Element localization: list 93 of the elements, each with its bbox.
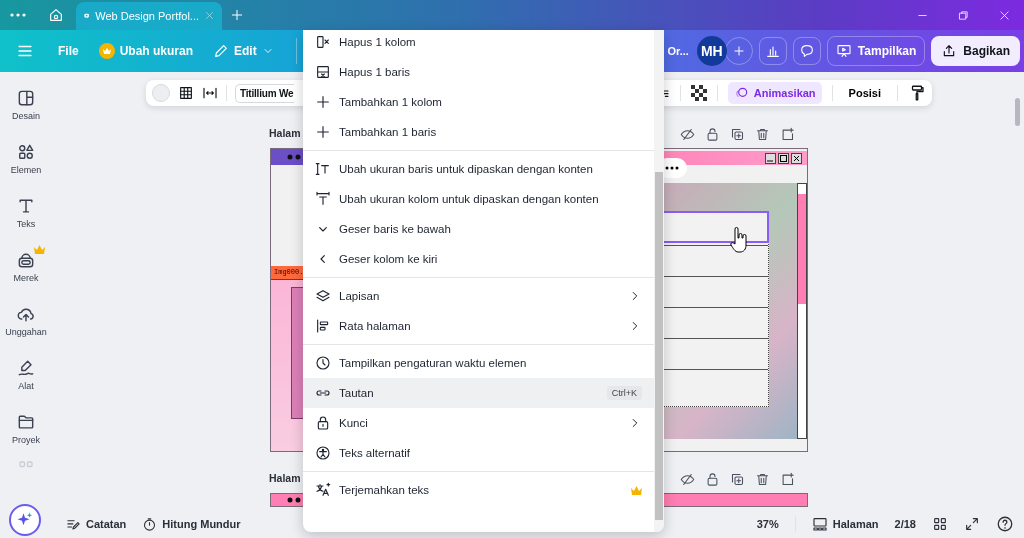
user-avatar[interactable]: MH — [696, 36, 727, 66]
pages-icon — [811, 516, 828, 532]
plus-icon — [731, 44, 746, 58]
window-buttons-drawing — [765, 153, 802, 164]
text-height-icon — [315, 161, 331, 177]
menu-scrollbar[interactable] — [654, 30, 664, 532]
menu-item[interactable]: Tambahkan 1 kolom — [303, 87, 654, 117]
shapes-icon — [16, 142, 36, 162]
zoom-level[interactable]: 37% — [756, 518, 779, 530]
font-dropdown[interactable]: Titillium We — [235, 83, 295, 103]
unlock-icon[interactable] — [705, 472, 720, 487]
sidebar-item[interactable]: Desain — [0, 82, 52, 136]
share-button[interactable]: Bagikan — [931, 36, 1020, 66]
present-button[interactable]: Tampilkan — [826, 36, 926, 66]
menu-item[interactable]: Tambahkan 1 baris — [303, 117, 654, 147]
timer-icon — [142, 516, 158, 532]
shortcut-hint: Ctrl+K — [606, 386, 642, 400]
duplicate-icon[interactable] — [730, 472, 745, 487]
help-icon[interactable] — [996, 515, 1014, 533]
insights-button[interactable] — [758, 37, 787, 65]
unlock-icon[interactable] — [705, 127, 720, 142]
sidebar-item[interactable]: Elemen — [0, 136, 52, 190]
sidebar-item[interactable]: Proyek — [0, 406, 52, 460]
menu-item[interactable]: Geser baris ke bawah — [303, 214, 654, 244]
column-width-icon[interactable] — [202, 85, 218, 101]
menu-item[interactable]: Ubah ukuran baris untuk dipaskan dengan konten — [303, 154, 654, 184]
menu-item[interactable]: Lapisan — [303, 281, 654, 311]
menu-item[interactable]: Hapus 1 kolom — [303, 30, 654, 57]
menu-item[interactable]: Rata halaman — [303, 311, 654, 341]
plus-icon — [315, 94, 331, 110]
speech-bubble-icon — [798, 43, 815, 59]
grid-view-icon[interactable] — [932, 516, 948, 532]
magic-button[interactable] — [9, 504, 41, 536]
column-remove-icon — [315, 34, 331, 50]
layout-icon — [16, 88, 36, 108]
menu-item[interactable]: Terjemahkan teks — [303, 475, 654, 505]
sidebar-item[interactable]: Merek — [0, 244, 52, 298]
menu-item[interactable]: Tampilkan pengaturan waktu elemen — [303, 348, 654, 378]
pointer-hand-icon — [729, 227, 749, 253]
page-count: 2/18 — [894, 518, 916, 530]
trash-icon[interactable] — [755, 127, 770, 142]
hide-icon[interactable] — [680, 127, 695, 142]
lock-icon — [315, 415, 331, 431]
menu-item[interactable]: Geser kolom ke kiri — [303, 244, 654, 274]
add-page-icon[interactable] — [780, 127, 795, 142]
table-grid-icon[interactable] — [178, 85, 194, 101]
sidebar-item[interactable]: Alat — [0, 352, 52, 406]
close-icon[interactable] — [999, 9, 1010, 21]
menu-item[interactable]: Tautan Ctrl+K — [303, 378, 654, 408]
hide-icon[interactable] — [680, 472, 695, 487]
more-icon — [665, 166, 679, 170]
crown-icon — [34, 245, 45, 254]
menu-item[interactable]: Kunci — [303, 408, 654, 438]
align-left-icon — [315, 318, 331, 334]
page-label: Halam — [269, 127, 301, 139]
timer-button[interactable]: Hitung Mundur — [142, 516, 241, 532]
pen-icon — [16, 358, 36, 378]
color-swatch[interactable] — [152, 84, 170, 102]
text-width-icon — [315, 191, 331, 207]
more-icon[interactable] — [10, 13, 26, 17]
scrollbar[interactable] — [1015, 98, 1020, 126]
crown-icon — [98, 43, 115, 59]
menu-item[interactable]: Ubah ukuran kolom untuk dipaskan dengan konten — [303, 184, 654, 214]
menu-item[interactable]: Hapus 1 baris — [303, 57, 654, 87]
transparency-icon[interactable] — [690, 85, 707, 101]
document-title[interactable]: Or... — [667, 45, 689, 57]
row-remove-icon — [315, 64, 331, 80]
tab-title: Web Design Portfol... — [95, 10, 199, 22]
pencil-icon — [213, 43, 229, 59]
crown-icon — [631, 485, 642, 495]
fullscreen-icon[interactable] — [964, 516, 980, 532]
add-page-icon[interactable] — [780, 472, 795, 487]
accessibility-icon — [315, 445, 331, 461]
menu-item[interactable]: Teks alternatif — [303, 438, 654, 468]
position-button[interactable]: Posisi — [842, 86, 887, 100]
layers-icon — [315, 288, 331, 304]
sidebar-item[interactable]: Unggahan — [0, 298, 52, 352]
pages-button[interactable]: Halaman — [811, 516, 879, 532]
duplicate-icon[interactable] — [730, 127, 745, 142]
comment-button[interactable] — [792, 37, 821, 65]
animate-button[interactable]: Animasikan — [727, 82, 822, 104]
clock-icon — [315, 355, 331, 371]
page-label: Halam — [269, 472, 301, 484]
notes-button[interactable]: Catatan — [66, 516, 127, 532]
folder-icon — [16, 412, 36, 432]
translate-icon — [315, 482, 331, 498]
plus-icon — [315, 124, 331, 140]
home-icon[interactable] — [48, 7, 64, 23]
restore-icon[interactable] — [958, 9, 969, 21]
sidebar-item[interactable]: Teks — [0, 190, 52, 244]
text-icon — [16, 196, 36, 216]
trash-icon[interactable] — [755, 472, 770, 487]
presentation-icon — [835, 43, 852, 59]
